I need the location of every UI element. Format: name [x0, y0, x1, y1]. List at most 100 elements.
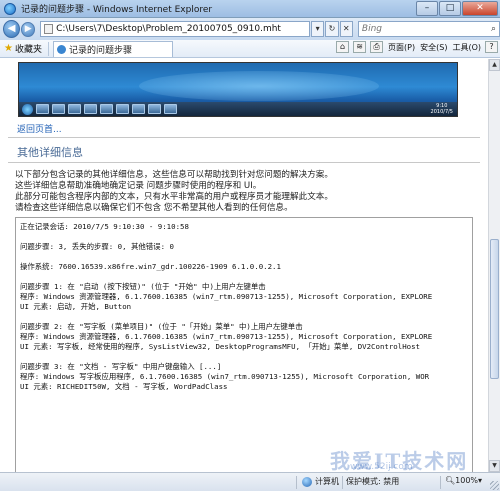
clock-date: 2010/7/5 — [430, 109, 453, 115]
protected-mode-indicator[interactable]: 保护模式: 禁用 — [346, 476, 399, 487]
address-bar: ◀ ▶ ▾ ↻ ✕ ⌕ — [0, 18, 500, 40]
section-title: 其他详细信息 — [17, 146, 83, 159]
detail-gap — [20, 352, 468, 362]
feeds-icon[interactable]: ≋ — [353, 41, 367, 53]
command-bar: ★ 收藏夹 记录的问题步骤 ⌂ ≋ ⎙ 页面(P) 安全(S) 工具(O) ? — [0, 40, 500, 58]
step-screenshot: 9:10 2010/7/5 — [18, 62, 458, 117]
divider — [8, 162, 480, 163]
safety-menu[interactable]: 安全(S) — [420, 42, 447, 53]
scroll-thumb[interactable] — [490, 239, 499, 379]
zone-label: 计算机 — [315, 477, 339, 486]
back-to-top-link[interactable]: 返回页首... — [17, 122, 62, 135]
page-content: 9:10 2010/7/5 返回页首... 其他详细信息 以下部分包含记录的其他… — [0, 59, 488, 472]
detail-gap — [20, 312, 468, 322]
refresh-icon: ↻ — [328, 24, 336, 33]
refresh-button[interactable]: ↻ — [325, 21, 339, 37]
detail-line: 程序: Windows 资源管理器, 6.1.7600.16385 (win7_… — [20, 292, 433, 301]
detail-line: 问题步骤: 3, 丢失的步骤: 0, 其他错误: 0 — [20, 242, 174, 251]
screenshot-taskbar: 9:10 2010/7/5 — [19, 102, 457, 116]
detail-line: 问题步骤 3: 在 "文档 - 写字板" 中用户键盘输入 [...] — [20, 362, 222, 371]
stop-icon: ✕ — [342, 24, 350, 33]
status-divider — [342, 476, 343, 489]
chevron-down-icon: ▾ — [315, 24, 320, 33]
resize-grip[interactable] — [490, 481, 499, 490]
zoom-level: 100% — [455, 476, 479, 485]
page-icon — [44, 24, 54, 34]
detail-line: 操作系统: 7600.16539.x86fre.win7_gdr.100226-… — [20, 262, 281, 271]
detail-gap — [20, 272, 468, 282]
favorites-button[interactable]: ★ 收藏夹 — [0, 42, 46, 55]
taskbar-app-icon — [148, 104, 161, 114]
minimize-button[interactable]: – — [416, 1, 438, 16]
print-icon[interactable]: ⎙ — [370, 41, 384, 53]
ie-logo-icon — [4, 2, 16, 15]
taskbar-app-icon — [100, 104, 113, 114]
close-button[interactable]: ✕ — [462, 1, 498, 16]
home-icon[interactable]: ⌂ — [336, 41, 350, 53]
toolbar-separator — [47, 41, 49, 56]
detail-line: 程序: Windows 写字板应用程序, 6.1.7600.16385 (win… — [20, 372, 430, 381]
status-divider — [440, 476, 441, 489]
detail-line: UI 元素: 写字板, 经常使用的程序, SysListView32, Desk… — [20, 342, 421, 351]
description-line: 这些详细信息帮助准确地确定记录 问题步骤时使用的程序和 UI。 — [15, 181, 262, 191]
detail-line: 问题步骤 1: 在 "启动 (按下按钮)" (位于 "开始" 中)上用户左键单击 — [20, 282, 266, 291]
title-bar: 记录的问题步骤 - Windows Internet Explorer – □ … — [0, 0, 500, 18]
forward-button[interactable]: ▶ — [21, 21, 36, 37]
description: 以下部分包含记录的其他详细信息，这些信息可以帮助找到针对您问题的解决方案。 这些… — [15, 170, 480, 214]
details-textbox[interactable]: 正在记录会话: 2010/7/5 9:10:30 - 9:10:58 问题步骤:… — [15, 217, 473, 472]
detail-line: UI 元素: RICHEDIT50W, 文档 - 写字板, WordPadCla… — [20, 382, 228, 391]
star-icon: ★ — [4, 43, 13, 54]
description-line: 请检查这些详细信息以确保它们不包含 您不希望其他人看到的任何信息。 — [15, 203, 293, 213]
arrow-left-icon: ◀ — [7, 23, 16, 34]
detail-line: 问题步骤 2: 在 "写字板 (菜单项目)" (位于 "「开始」菜单" 中)上用… — [20, 322, 303, 331]
protected-mode-label: 保护模式: 禁用 — [346, 477, 400, 486]
taskbar-app-icon — [36, 104, 49, 114]
taskbar-app-icon — [84, 104, 97, 114]
taskbar-clock: 9:10 2010/7/5 — [431, 103, 453, 115]
zoom-control[interactable]: 🔍︎ 100% ▾ — [445, 476, 482, 485]
arrow-right-icon: ▶ — [24, 23, 32, 34]
tab-label: 记录的问题步骤 — [68, 45, 132, 56]
scroll-down-button[interactable]: ▼ — [489, 460, 500, 472]
detail-line: 程序: Windows 资源管理器, 6.1.7600.16385 (win7_… — [20, 332, 433, 341]
url-field[interactable] — [40, 21, 310, 37]
search-input[interactable] — [361, 24, 491, 34]
vertical-scrollbar[interactable]: ▲ ▼ — [488, 59, 500, 472]
wallpaper-glow — [139, 71, 379, 101]
status-bar: 计算机 保护模式: 禁用 🔍︎ 100% ▾ — [0, 472, 500, 491]
detail-gap — [20, 252, 468, 262]
back-button[interactable]: ◀ — [3, 20, 21, 38]
maximize-button[interactable]: □ — [439, 1, 461, 16]
divider — [8, 137, 480, 138]
description-line: 以下部分包含记录的其他详细信息，这些信息可以帮助找到针对您问题的解决方案。 — [15, 170, 333, 180]
watermark-url: www.52ij.com — [350, 462, 413, 472]
taskbar-app-icon — [116, 104, 129, 114]
help-icon[interactable]: ? — [485, 41, 498, 53]
page-menu[interactable]: 页面(P) — [388, 42, 415, 53]
start-orb-icon — [22, 103, 33, 115]
url-input[interactable] — [56, 24, 306, 34]
window-title: 记录的问题步骤 - Windows Internet Explorer — [21, 5, 213, 15]
ie-page-icon — [56, 44, 66, 54]
status-divider — [296, 476, 297, 489]
taskbar-app-icon — [164, 104, 177, 114]
zone-indicator[interactable]: 计算机 — [302, 476, 339, 487]
chevron-down-icon: ▾ — [478, 476, 483, 485]
search-field[interactable]: ⌕ — [357, 21, 500, 37]
search-icon[interactable]: ⌕ — [491, 24, 496, 34]
scroll-up-button[interactable]: ▲ — [489, 59, 500, 71]
taskbar-app-icon — [132, 104, 145, 114]
favorites-label: 收藏夹 — [14, 45, 42, 55]
computer-zone-icon — [302, 476, 312, 487]
detail-gap — [20, 232, 468, 242]
detail-line: 正在记录会话: 2010/7/5 9:10:30 - 9:10:58 — [20, 222, 189, 231]
triangle-down-icon: ▼ — [492, 462, 497, 469]
window-controls: – □ ✕ — [415, 1, 498, 16]
command-tools: ⌂ ≋ ⎙ 页面(P) 安全(S) 工具(O) ? — [332, 41, 498, 53]
taskbar-app-icon — [52, 104, 65, 114]
stop-button[interactable]: ✕ — [339, 21, 353, 37]
tools-menu[interactable]: 工具(O) — [452, 42, 481, 53]
taskbar-app-icon — [68, 104, 81, 114]
tab-recorded-steps[interactable]: 记录的问题步骤 — [52, 40, 173, 57]
address-dropdown-button[interactable]: ▾ — [310, 21, 325, 37]
